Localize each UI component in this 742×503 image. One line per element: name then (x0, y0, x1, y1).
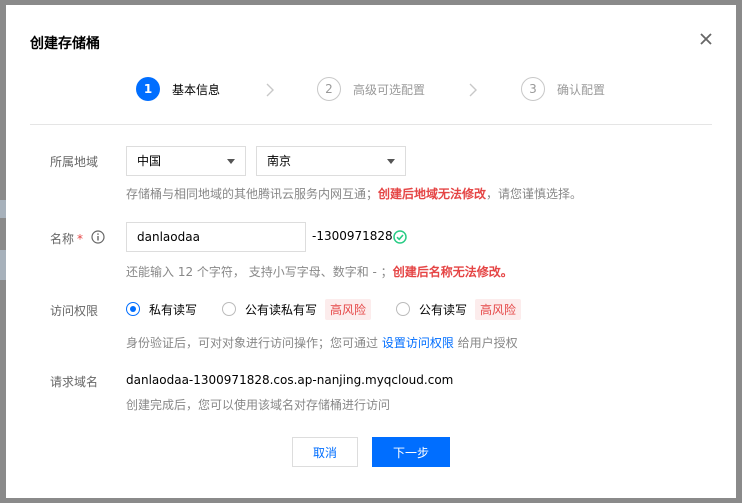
radio-public-read-write-label: 公有读写 (419, 302, 468, 317)
step-3-number: 3 (521, 77, 545, 101)
region-hint-text: 存储桶与相同地域的其他腾讯云服务内网互通； (126, 187, 379, 201)
step-2-number: 2 (317, 77, 341, 101)
radio-public-read-write[interactable]: 公有读写 高风险 (396, 298, 522, 320)
appid-suffix: -1300971828 (312, 229, 393, 243)
city-value: 南京 (267, 154, 292, 168)
step-3: 3 确认配置 (521, 77, 605, 101)
set-access-link[interactable]: 设置访问权限 (382, 336, 454, 350)
chevron-right-icon (266, 83, 274, 97)
region-hint-suffix: ，请您谨慎选择。 (486, 187, 583, 201)
request-domain-value: danlaodaa-1300971828.cos.ap-nanjing.myqc… (126, 373, 454, 387)
check-circle-icon (393, 230, 407, 244)
country-select[interactable]: 中国 (126, 146, 246, 176)
close-icon[interactable] (698, 31, 714, 47)
domain-hint: 创建完成后，您可以使用该域名对存储桶进行访问 (126, 398, 391, 412)
region-label: 所属地域 (50, 155, 99, 169)
chevron-right-icon (469, 83, 477, 97)
access-hint: 身份验证后，可对对象进行访问操作；您可通过 设置访问权限 给用户授权 (126, 334, 518, 351)
access-radio-group: 私有读写 公有读私有写 高风险 公有读写 高风险 (126, 298, 726, 320)
caret-down-icon (387, 159, 395, 164)
step-indicator: 1 基本信息 2 高级可选配置 3 确认配置 (136, 77, 656, 105)
step-2: 2 高级可选配置 (317, 77, 425, 101)
radio-public-read[interactable]: 公有读私有写 高风险 (222, 298, 372, 320)
region-hint-warning: 创建后地域无法修改 (378, 187, 487, 201)
radio-private[interactable]: 私有读写 (126, 298, 197, 320)
step-1-number: 1 (136, 77, 160, 101)
name-hint-text: 还能输入 12 个字符， 支持小写字母、数字和 - ； (126, 265, 393, 279)
bucket-name-input[interactable]: danlaodaa (126, 222, 306, 252)
header-divider (30, 124, 712, 125)
step-1: 1 基本信息 (136, 77, 220, 101)
domain-label: 请求域名 (50, 375, 99, 389)
radio-indicator[interactable] (222, 302, 236, 316)
name-hint: 还能输入 12 个字符， 支持小写字母、数字和 - ；创建后名称无法修改。 (126, 263, 513, 280)
region-hint: 存储桶与相同地域的其他腾讯云服务内网互通；创建后地域无法修改，请您谨慎选择。 (126, 185, 582, 202)
name-label: 名称 * (50, 230, 83, 247)
radio-indicator-selected[interactable] (126, 302, 140, 316)
cancel-button[interactable]: 取消 (292, 437, 358, 467)
name-label-text: 名称 (50, 232, 75, 246)
required-mark: * (77, 232, 84, 246)
country-value: 中国 (137, 154, 162, 168)
step-3-label: 确认配置 (557, 82, 606, 97)
step-2-label: 高级可选配置 (353, 82, 426, 97)
radio-indicator[interactable] (396, 302, 410, 316)
access-label: 访问权限 (50, 304, 99, 318)
city-select[interactable]: 南京 (256, 146, 406, 176)
info-icon[interactable] (91, 230, 105, 244)
radio-private-label: 私有读写 (149, 302, 198, 317)
access-hint-text: 身份验证后，可对对象进行访问操作；您可通过 (126, 336, 382, 350)
access-hint-suffix: 给用户授权 (453, 336, 518, 350)
step-1-label: 基本信息 (172, 82, 221, 97)
next-step-button[interactable]: 下一步 (372, 437, 450, 467)
high-risk-badge: 高风险 (325, 298, 372, 320)
radio-public-read-label: 公有读私有写 (245, 302, 318, 317)
name-hint-warning: 创建后名称无法修改。 (392, 265, 513, 279)
high-risk-badge: 高风险 (475, 298, 522, 320)
caret-down-icon (227, 159, 235, 164)
dialog-title: 创建存储桶 (30, 36, 100, 52)
create-bucket-dialog: 创建存储桶 1 基本信息 2 高级可选配置 3 确认配置 所属地域 中国 南京 (6, 5, 736, 498)
